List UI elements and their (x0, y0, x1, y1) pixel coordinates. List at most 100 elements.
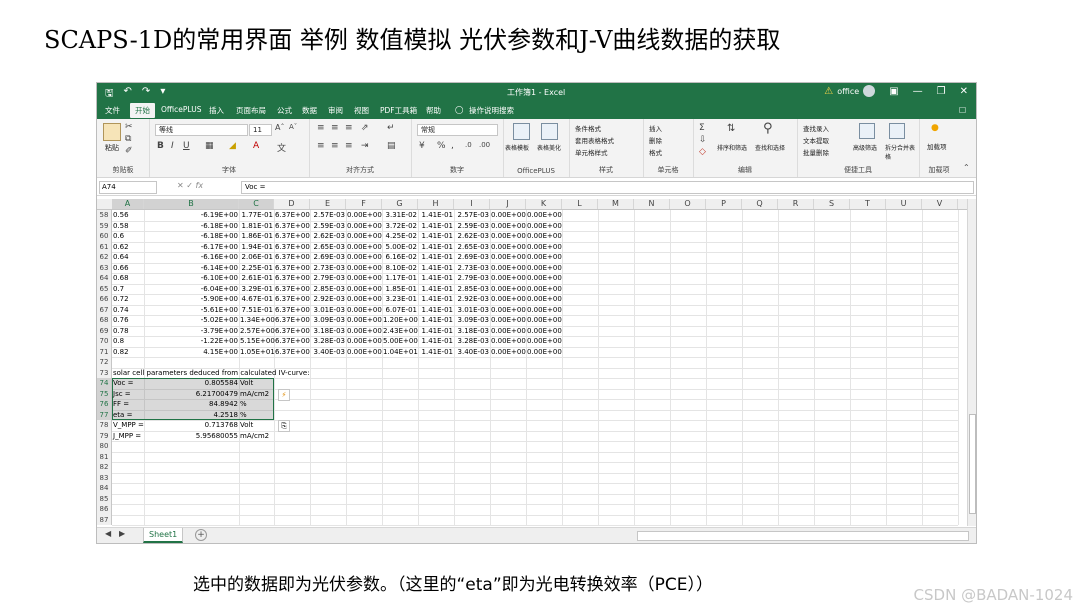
name-box[interactable]: A74 (99, 181, 157, 194)
cell-a[interactable]: 0.82 (113, 347, 143, 358)
cell-i[interactable]: 3.01E-03 (455, 305, 489, 316)
cell-h[interactable]: 1.41E-01 (419, 294, 453, 305)
restore-icon[interactable]: ❐ (937, 86, 946, 97)
cell-j[interactable]: 0.00E+00 (491, 210, 526, 221)
param-name-cell[interactable]: J_MPP = (113, 431, 143, 442)
row-header[interactable]: 78 (97, 420, 111, 431)
row-header[interactable]: 67 (97, 305, 111, 316)
cell-g[interactable]: 5.00E-02 (383, 242, 417, 253)
text-extract-button[interactable]: 文本提取 (803, 135, 829, 145)
cell-i[interactable]: 3.18E-03 (455, 326, 489, 337)
cell-c[interactable]: 4.67E-01 (240, 294, 273, 305)
cell-a[interactable]: 0.72 (113, 294, 143, 305)
param-unit-cell[interactable]: mA/cm2 (240, 431, 273, 442)
cell-k[interactable]: 0.00E+00 (527, 284, 562, 295)
row-header[interactable]: 62 (97, 252, 111, 263)
cell-f[interactable]: 0.00E+00 (347, 315, 382, 326)
column-header-b[interactable]: B (144, 199, 239, 209)
collapse-ribbon-icon[interactable]: ⌃ (963, 163, 970, 172)
cut-icon[interactable]: ✂ (125, 122, 133, 132)
cell-j[interactable]: 0.00E+00 (491, 231, 526, 242)
column-header-o[interactable]: O (670, 199, 706, 209)
param-name-cell[interactable]: eta = (113, 410, 143, 421)
paste-icon[interactable] (103, 123, 121, 141)
param-name-cell[interactable]: Voc = (113, 378, 143, 389)
param-unit-cell[interactable]: % (240, 410, 273, 421)
column-header-s[interactable]: S (814, 199, 850, 209)
advanced-filter-button[interactable]: 高级筛选 (853, 143, 877, 152)
param-unit-cell[interactable]: mA/cm2 (240, 389, 273, 400)
cell-b[interactable]: -5.61E+00 (145, 305, 238, 316)
cell-g[interactable]: 2.43E+00 (383, 326, 418, 337)
row-header[interactable]: 69 (97, 326, 111, 337)
cell-h[interactable]: 1.41E-01 (419, 284, 453, 295)
cell-a[interactable]: 0.56 (113, 210, 143, 221)
cell-a[interactable]: 0.66 (113, 263, 143, 274)
cell-h[interactable]: 1.41E-01 (419, 221, 453, 232)
cell-g[interactable]: 3.31E-02 (383, 210, 417, 221)
cell-i[interactable]: 2.85E-03 (455, 284, 489, 295)
cell-note[interactable]: solar cell parameters deduced from calcu… (113, 368, 310, 379)
sort-filter-button[interactable]: 排序和筛选 (717, 143, 747, 152)
column-header-h[interactable]: H (418, 199, 454, 209)
quick-analysis-icon[interactable]: ⚡ (278, 388, 290, 401)
column-header-k[interactable]: K (526, 199, 562, 209)
cell-e[interactable]: 2.65E-03 (311, 242, 345, 253)
param-name-cell[interactable]: FF = (113, 399, 143, 410)
tab-view[interactable]: 视图 (354, 105, 369, 116)
align-right-icon[interactable]: ≡ (345, 141, 353, 151)
cell-e[interactable]: 2.92E-03 (311, 294, 345, 305)
find-select-button[interactable]: 查找和选择 (755, 143, 785, 152)
percent-icon[interactable]: % (437, 141, 446, 151)
cell-f[interactable]: 0.00E+00 (347, 284, 382, 295)
cell-g[interactable]: 3.23E-01 (383, 294, 417, 305)
cell-j[interactable]: 0.00E+00 (491, 273, 526, 284)
column-header-f[interactable]: F (346, 199, 382, 209)
cell-e[interactable]: 2.85E-03 (311, 284, 345, 295)
param-unit-cell[interactable]: Volt (240, 420, 273, 431)
cell-a[interactable]: 0.58 (113, 221, 143, 232)
addin-button[interactable]: 加载项 (927, 141, 947, 151)
column-header-m[interactable]: M (598, 199, 634, 209)
cell-j[interactable]: 0.00E+00 (491, 315, 526, 326)
cell-d[interactable]: 6.37E+00 (275, 242, 310, 253)
cell-i[interactable]: 2.69E-03 (455, 252, 489, 263)
align-middle-icon[interactable]: ≡ (331, 123, 339, 133)
cell-k[interactable]: 0.00E+00 (527, 231, 562, 242)
cell-g[interactable]: 4.25E-02 (383, 231, 417, 242)
column-header-p[interactable]: P (706, 199, 742, 209)
formula-input[interactable]: Voc = (241, 181, 974, 194)
cell-c[interactable]: 2.06E-01 (240, 252, 273, 263)
column-header-n[interactable]: N (634, 199, 670, 209)
row-header[interactable]: 75 (97, 388, 111, 399)
cell-g[interactable]: 1.04E+01 (383, 347, 418, 358)
column-header-g[interactable]: G (382, 199, 418, 209)
cell-d[interactable]: 6.37E+00 (275, 221, 310, 232)
cell-d[interactable]: 6.37E+00 (275, 284, 310, 295)
align-left-icon[interactable]: ≡ (317, 141, 325, 151)
cell-j[interactable]: 0.00E+00 (491, 336, 526, 347)
row-header[interactable]: 68 (97, 315, 111, 326)
row-header[interactable]: 76 (97, 399, 111, 410)
column-header-a[interactable]: A (112, 199, 144, 209)
cell-c[interactable]: 3.29E-01 (240, 284, 273, 295)
split-merge-icon[interactable] (889, 123, 905, 139)
cell-a[interactable]: 0.8 (113, 336, 143, 347)
column-header-i[interactable]: I (454, 199, 490, 209)
column-header-u[interactable]: U (886, 199, 922, 209)
cell-d[interactable]: 6.37E+00 (275, 336, 310, 347)
cell-c[interactable]: 2.57E+00 (240, 326, 275, 337)
cell-e[interactable]: 3.18E-03 (311, 326, 345, 337)
param-value-cell[interactable]: 5.95680055 (145, 431, 238, 442)
cell-k[interactable]: 0.00E+00 (527, 263, 562, 274)
conditional-format-button[interactable]: 条件格式 (575, 123, 601, 133)
tell-me-search[interactable]: 操作说明搜索 (469, 105, 514, 116)
batch-delete-button[interactable]: 批量删除 (803, 147, 829, 157)
cell-b[interactable]: -6.10E+00 (145, 273, 238, 284)
cell-h[interactable]: 1.41E-01 (419, 315, 453, 326)
cell-b[interactable]: -5.90E+00 (145, 294, 238, 305)
fill-icon[interactable]: ⇩ (699, 135, 707, 145)
cell-c[interactable]: 1.77E-01 (240, 210, 273, 221)
indent-icon[interactable]: ⇥ (361, 141, 369, 151)
cell-k[interactable]: 0.00E+00 (527, 336, 562, 347)
